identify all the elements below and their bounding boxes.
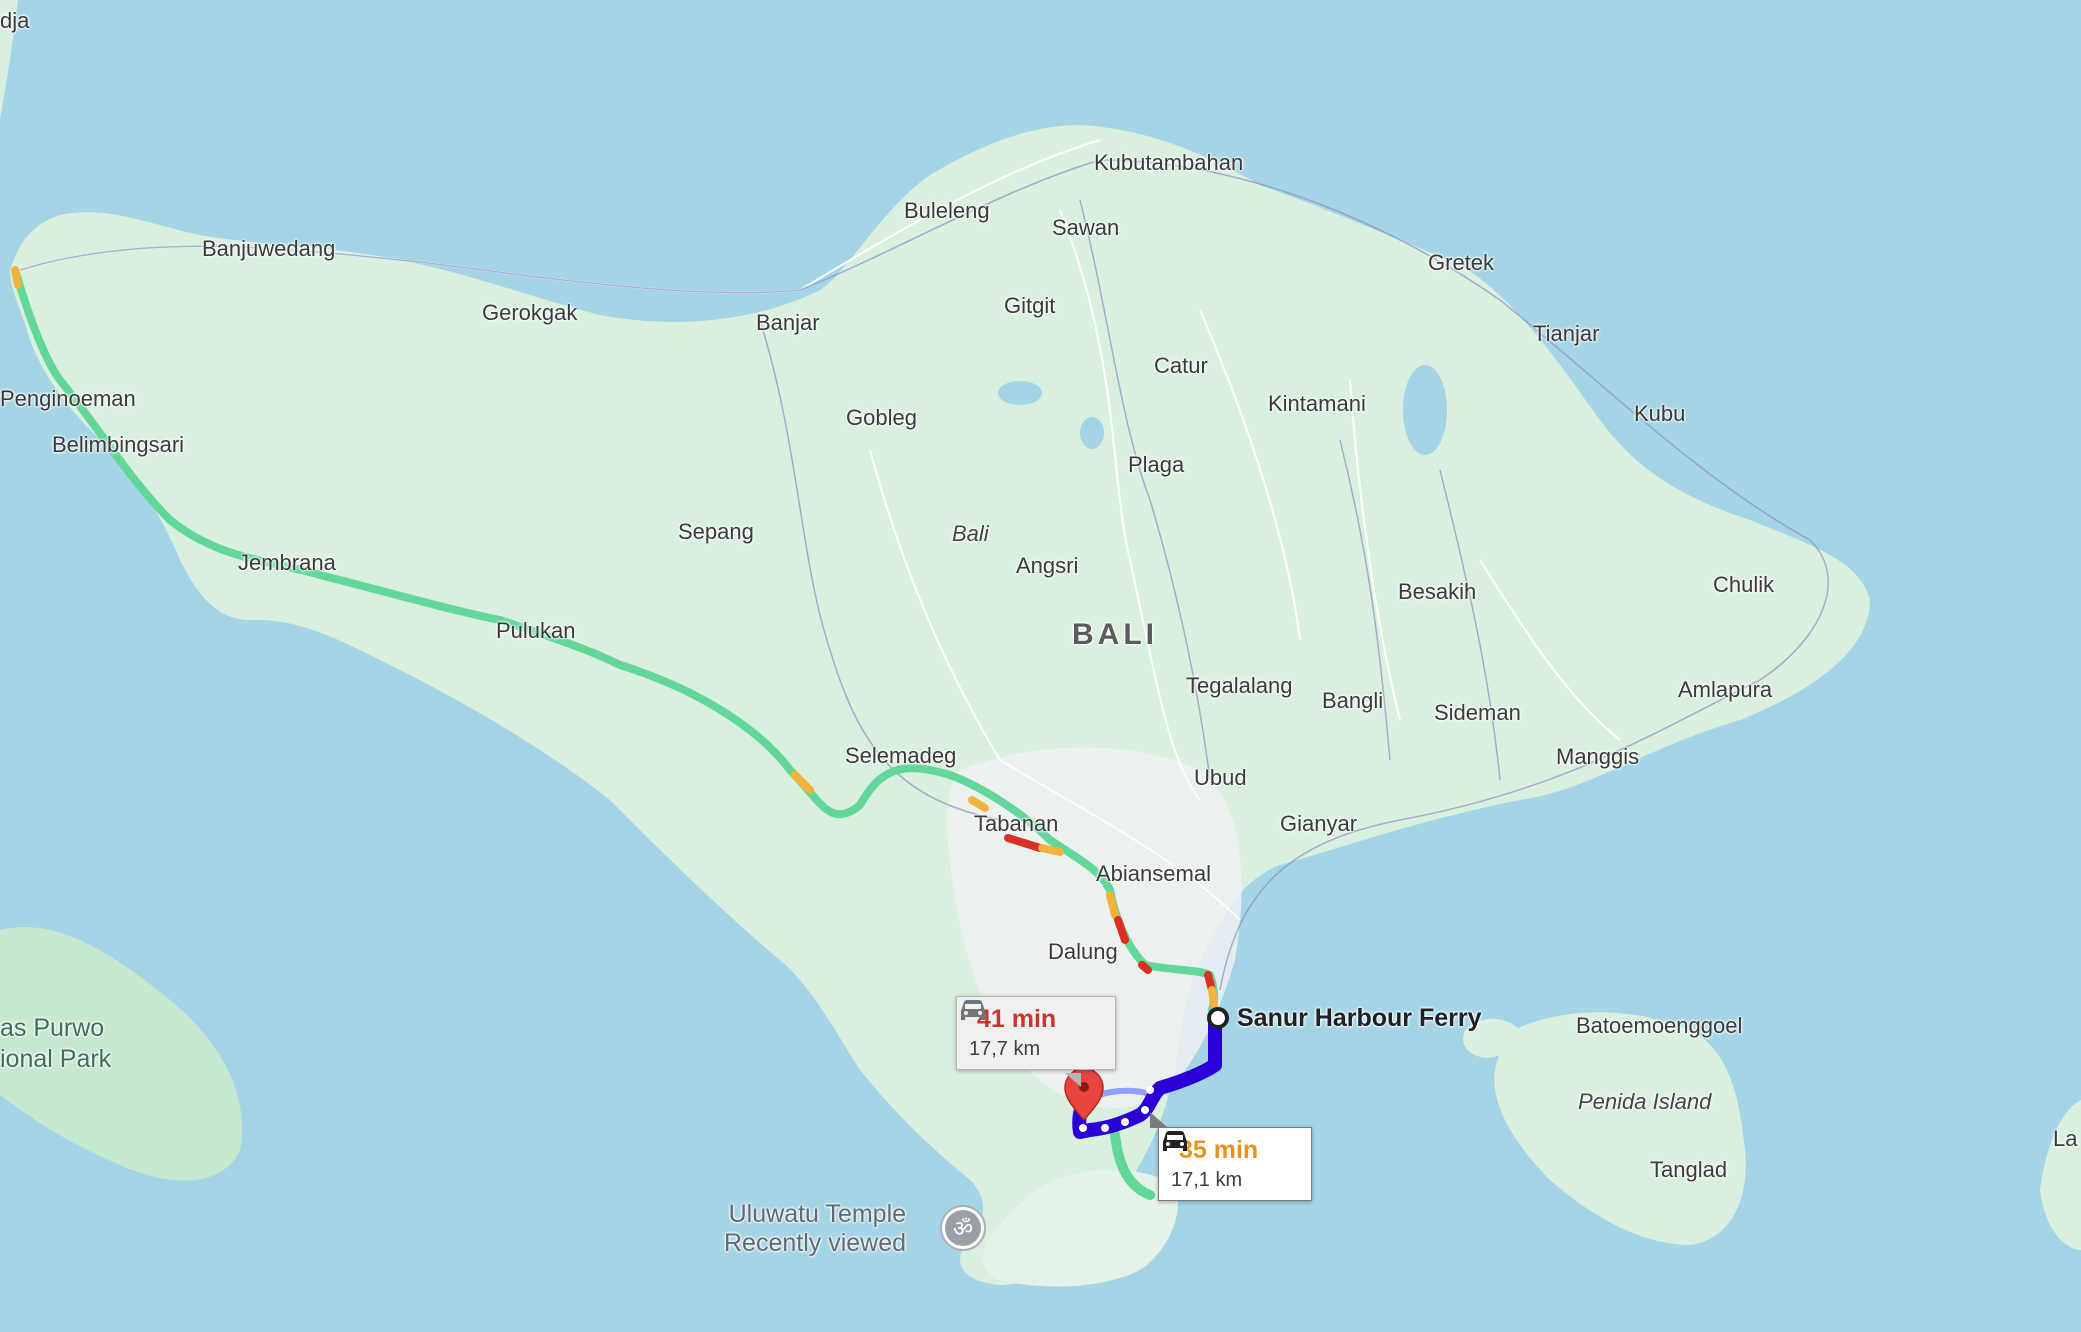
park-label[interactable]: as Purwo ional Park (0, 1013, 111, 1076)
map-base: ॐ (0, 0, 2081, 1287)
callout-tail (1150, 1112, 1168, 1128)
place-label[interactable]: Buleleng (904, 200, 990, 222)
island-label-bali[interactable]: Bali (952, 523, 989, 545)
place-label[interactable]: Kintamani (1268, 393, 1366, 415)
place-label[interactable]: Sawan (1052, 217, 1119, 239)
place-label[interactable]: Plaga (1128, 454, 1184, 476)
place-label[interactable]: Dalung (1048, 941, 1118, 963)
route-distance: 17,1 km (1171, 1169, 1243, 1191)
island-label-penida[interactable]: Penida Island (1578, 1091, 1711, 1113)
start-label[interactable]: Sanur Harbour Ferry (1237, 1006, 1482, 1031)
place-label[interactable]: Gerokgak (482, 302, 577, 324)
place-label[interactable]: Besakih (1398, 581, 1476, 603)
place-label[interactable]: Chulik (1713, 574, 1774, 596)
origin-circle-icon (1207, 1007, 1229, 1029)
place-label[interactable]: Sideman (1434, 702, 1521, 724)
route-callout-main[interactable]: 35 min 17,1 km (1158, 1127, 1312, 1201)
place-label[interactable]: Gretek (1428, 252, 1494, 274)
callout-tail (1065, 1073, 1081, 1087)
lake-batur (1403, 365, 1447, 455)
place-label[interactable]: Sepang (678, 521, 754, 543)
map-canvas[interactable]: ॐ dja Banjuwedang Gerokgak Penginoeman B… (0, 0, 2081, 1332)
place-label[interactable]: Angsri (1016, 555, 1078, 577)
place-label[interactable]: Banjar (756, 312, 820, 334)
place-label[interactable]: Banjuwedang (202, 238, 335, 260)
landmass-lombok (2040, 1100, 2081, 1250)
place-label[interactable]: Abiansemal (1096, 863, 1211, 885)
lake-tamblingan (1080, 417, 1104, 449)
place-label[interactable]: Kubutambahan (1094, 152, 1243, 174)
place-label[interactable]: La (2053, 1128, 2077, 1150)
place-label[interactable]: Gitgit (1004, 295, 1055, 317)
place-label[interactable]: Selemadeg (845, 745, 956, 767)
place-label[interactable]: Batoemoenggoel (1576, 1015, 1742, 1037)
place-label[interactable]: Tegalalang (1186, 675, 1292, 697)
place-label[interactable]: dja (0, 10, 29, 32)
place-label[interactable]: Jembrana (238, 552, 336, 574)
landmass-penida (1494, 1012, 1746, 1245)
poi-label-uluwatu[interactable]: Uluwatu Temple Recently viewed (724, 1202, 906, 1256)
route-callout-alt[interactable]: 41 min 17,7 km (956, 996, 1116, 1070)
car-icon (1163, 1131, 1187, 1151)
place-label[interactable]: Manggis (1556, 746, 1639, 768)
poi-sub-label: Recently viewed (724, 1229, 907, 1257)
place-label[interactable]: Kubu (1634, 403, 1685, 425)
place-label[interactable]: Catur (1154, 355, 1208, 377)
place-label[interactable]: Gianyar (1280, 813, 1357, 835)
place-label[interactable]: Tabanan (974, 813, 1058, 835)
place-label[interactable]: Tianjar (1533, 323, 1599, 345)
place-label[interactable]: Penginoeman (0, 388, 136, 410)
place-label[interactable]: Gobleg (846, 407, 917, 429)
place-label[interactable]: Bangli (1322, 690, 1383, 712)
region-label[interactable]: BALI (1072, 620, 1158, 650)
om-temple-icon: ॐ (940, 1205, 986, 1251)
place-label[interactable]: Ubud (1194, 767, 1247, 789)
car-icon (961, 1000, 985, 1020)
place-label[interactable]: Tanglad (1650, 1159, 1727, 1181)
place-label[interactable]: Belimbingsari (52, 434, 184, 456)
svg-text:ॐ: ॐ (953, 1217, 973, 1242)
place-label[interactable]: Pulukan (496, 620, 576, 642)
route-distance: 17,7 km (969, 1038, 1041, 1060)
place-label[interactable]: Amlapura (1678, 679, 1772, 701)
lake-buyan (998, 381, 1042, 405)
bay-west (250, 202, 286, 222)
